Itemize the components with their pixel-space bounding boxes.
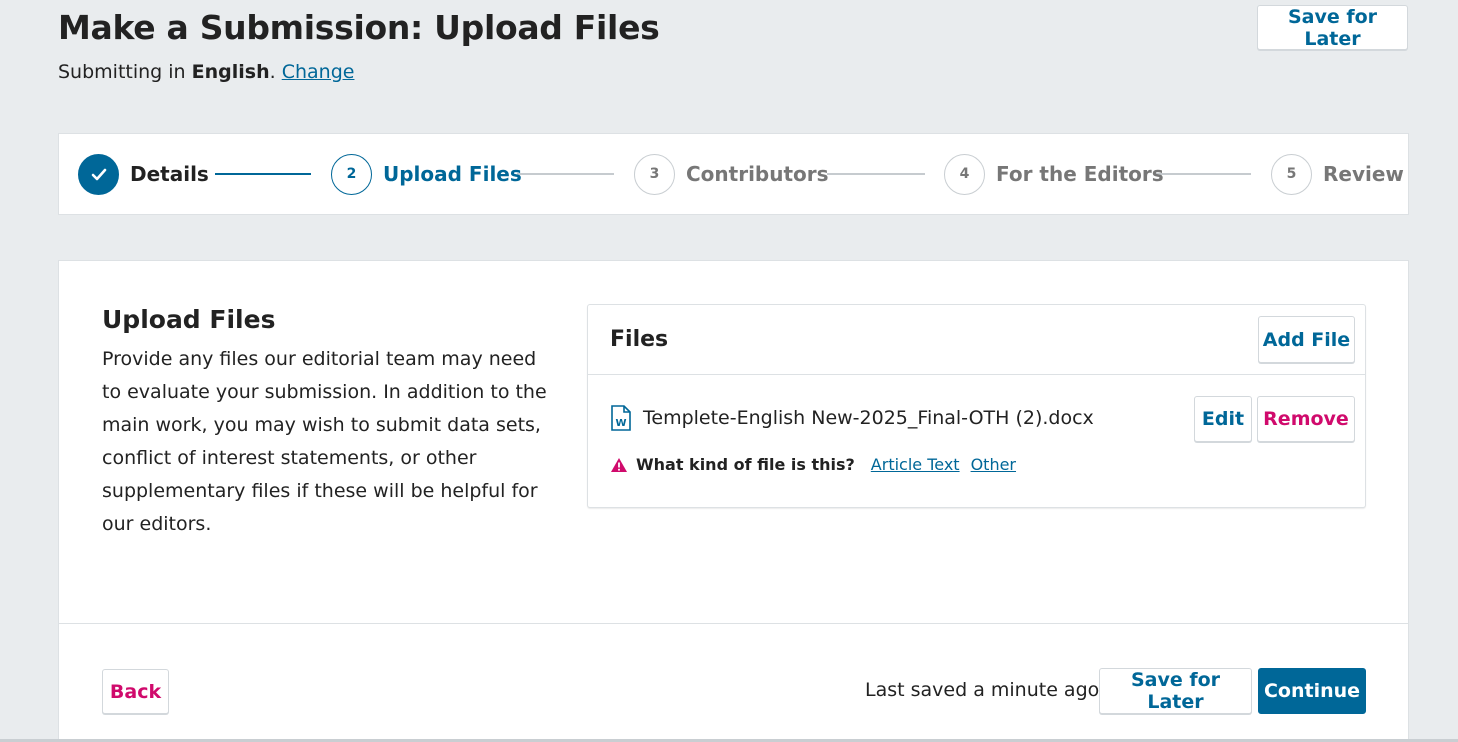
- file-kind-other-link[interactable]: Other: [971, 455, 1016, 474]
- add-file-button[interactable]: Add File: [1258, 316, 1355, 363]
- files-title: Files: [610, 327, 669, 352]
- file-kind-question: What kind of file is this?: [636, 455, 855, 474]
- step-upload-files[interactable]: 2 Upload Files: [331, 134, 522, 214]
- step-label: Upload Files: [383, 162, 522, 186]
- section-title: Upload Files: [102, 305, 276, 334]
- step-number: 2: [331, 153, 372, 195]
- warning-icon: [611, 457, 627, 472]
- save-for-later-button[interactable]: Save for Later: [1099, 668, 1252, 714]
- last-saved-status: Last saved a minute ago: [865, 679, 1100, 701]
- footer-divider: [59, 623, 1408, 624]
- remove-file-button[interactable]: Remove: [1257, 396, 1355, 442]
- submitting-prefix: Submitting in: [58, 61, 192, 83]
- step-connector: [1154, 173, 1251, 175]
- files-header: Files Add File: [588, 305, 1365, 375]
- files-panel: Files Add File W Templete-English New-20…: [587, 304, 1366, 508]
- word-document-icon: W: [611, 405, 631, 431]
- period: .: [269, 61, 276, 83]
- step-connector: [215, 173, 311, 175]
- submission-steps: Details 2 Upload Files 3 Contributors 4 …: [58, 133, 1409, 215]
- step-label: Details: [130, 162, 209, 186]
- step-number: 3: [634, 153, 675, 195]
- upload-files-card: Upload Files Provide any files our edito…: [58, 260, 1409, 742]
- step-connector: [517, 173, 614, 175]
- step-number: 4: [944, 153, 985, 195]
- step-number: 5: [1271, 153, 1312, 195]
- step-review[interactable]: 5 Review: [1271, 134, 1404, 214]
- page-title: Make a Submission: Upload Files: [58, 8, 660, 47]
- section-description: Provide any files our editorial team may…: [102, 348, 547, 535]
- step-label: Contributors: [686, 162, 829, 186]
- file-name: Templete-English New-2025_Final-OTH (2).…: [643, 407, 1094, 429]
- check-icon: [78, 153, 119, 195]
- step-connector: [827, 173, 925, 175]
- back-button[interactable]: Back: [102, 669, 169, 714]
- svg-text:W: W: [615, 418, 626, 429]
- file-kind-article-text-link[interactable]: Article Text: [871, 455, 960, 474]
- step-for-the-editors[interactable]: 4 For the Editors: [944, 134, 1164, 214]
- step-label: Review: [1323, 162, 1404, 186]
- continue-button[interactable]: Continue: [1258, 668, 1366, 714]
- submission-language-line: Submitting in English. Change: [58, 61, 354, 83]
- step-contributors[interactable]: 3 Contributors: [634, 134, 829, 214]
- file-list-item: W Templete-English New-2025_Final-OTH (2…: [588, 375, 1365, 507]
- edit-file-button[interactable]: Edit: [1194, 396, 1252, 442]
- save-for-later-button-top[interactable]: Save for Later: [1257, 5, 1408, 50]
- change-language-link[interactable]: Change: [282, 61, 355, 83]
- file-kind-prompt: What kind of file is this? Article Text …: [610, 455, 1027, 474]
- submission-language: English: [191, 61, 270, 83]
- step-label: For the Editors: [996, 162, 1164, 186]
- step-details[interactable]: Details: [78, 134, 209, 214]
